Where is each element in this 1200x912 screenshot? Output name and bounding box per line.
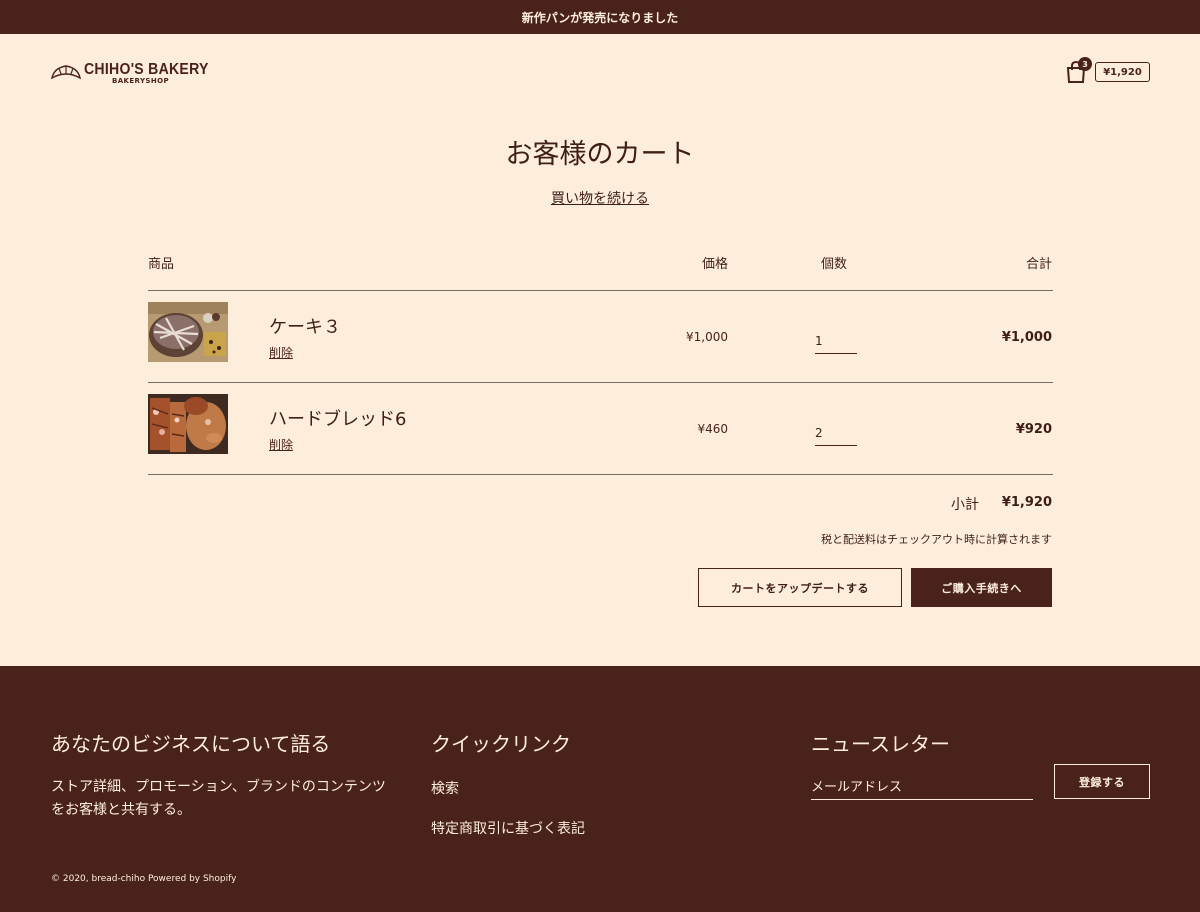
quantity-input[interactable] [815,328,857,354]
cart-item-price: ¥460 [697,422,728,436]
cart-item-total: ¥920 [1015,422,1052,437]
footer-link-legal[interactable]: 特定商取引に基づく表記 [431,818,585,838]
copyright-text: © 2020, bread-chiho Powered by Shopify [51,874,237,884]
column-header-product: 商品 [148,257,175,272]
cart-item-price: ¥1,000 [686,330,728,344]
remove-item-link[interactable]: 削除 [269,436,293,453]
remove-item-link[interactable]: 削除 [269,344,293,361]
page-title: お客様のカート [505,139,695,170]
cart-total-button[interactable]: ¥1,920 [1095,62,1150,82]
cart-item-image[interactable] [148,302,228,362]
table-divider [148,382,1053,383]
cart-item-total: ¥1,000 [1001,330,1052,345]
cart-item-name[interactable]: ケーキ３ [269,313,341,339]
continue-shopping: 買い物を続ける [0,188,1200,208]
logo-subtext: BAKERYSHOP [112,77,170,85]
footer-about-title: あなたのビジネスについて語る [51,732,331,756]
footer-about-text: ストア詳細、プロモーション、ブランドのコンテンツをお客様と共有する。 [51,779,386,818]
column-header-quantity: 個数 [821,257,848,272]
cart-item-image[interactable] [148,394,228,454]
subtotal-label: 小計 [951,497,979,513]
announcement-bar: 新作パンが発売になりました [0,0,1200,34]
subscribe-button[interactable]: 登録する [1054,764,1150,799]
newsletter-email-input[interactable] [811,776,1033,800]
site-header: CHIHO'S BAKERY BAKERYSHOP 3 ¥1,920 [0,34,1200,110]
site-footer: あなたのビジネスについて語る ストア詳細、プロモーション、ブランドのコンテンツを… [0,666,1200,912]
logo-link[interactable]: CHIHO'S BAKERY BAKERYSHOP [50,61,208,87]
tax-shipping-note: 税と配送料はチェックアウト時に計算されます [821,533,1052,546]
checkout-button[interactable]: ご購入手続きへ [911,568,1052,607]
column-header-price: 価格 [701,257,728,272]
footer-link-search[interactable]: 検索 [431,778,459,798]
croissant-icon [51,65,81,80]
table-divider [148,290,1053,291]
continue-shopping-link[interactable]: 買い物を続ける [551,191,649,207]
update-cart-button[interactable]: カートをアップデートする [698,568,902,607]
cart-count-badge: 3 [1078,57,1092,71]
footer-quicklinks-title: クイックリンク [431,732,571,756]
column-header-total: 合計 [1025,257,1052,272]
cart-item-name[interactable]: ハードブレッド6 [269,405,406,431]
quantity-input[interactable] [815,420,857,446]
footer-newsletter-title: ニュースレター [811,732,950,756]
subtotal-value: ¥1,920 [1001,495,1052,510]
table-divider [148,474,1053,475]
